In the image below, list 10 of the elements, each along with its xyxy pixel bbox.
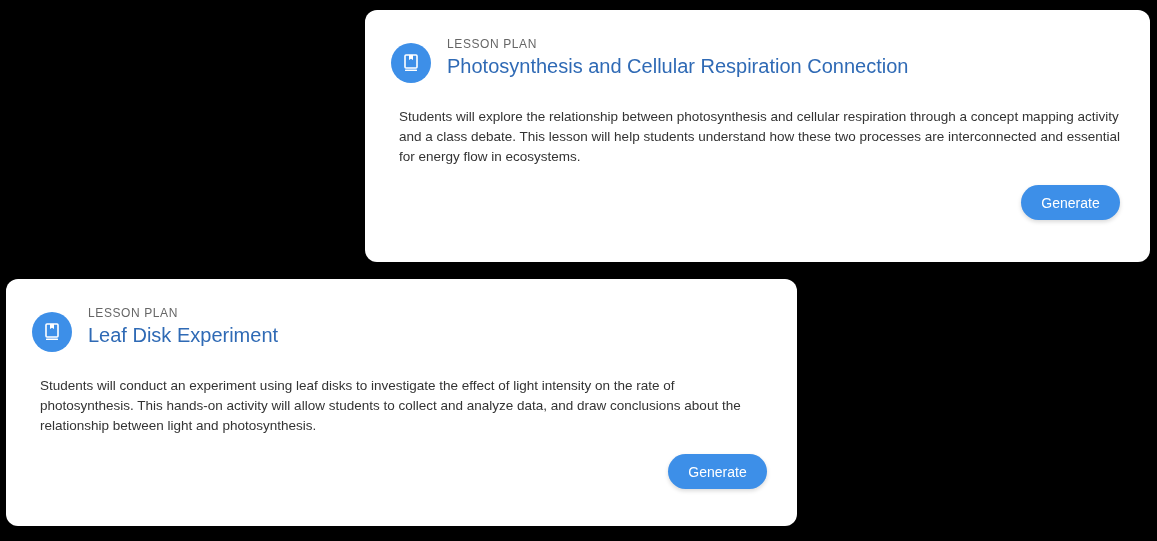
card-description: Students will explore the relationship between photosynthesis and cellular respiration through a concept mapping activity and a class debate. This lesson will help students understand how these two processes are interconnected and essential for energy flow in ecosystems. <box>399 108 1120 166</box>
generate-button[interactable]: Generate <box>1021 185 1120 220</box>
card-label: LESSON PLAN <box>88 305 179 320</box>
card-description: Students will conduct an experiment using leaf disks to investigate the effect of light intensity on the rate of photosynthesis. This hands-on activity will allow students to collect and analyze data, and draw conclusions about the relationship between light and photosynthesis. <box>40 377 742 435</box>
book-icon <box>403 54 419 72</box>
book-icon <box>44 323 60 341</box>
card-label: LESSON PLAN <box>447 36 538 51</box>
generate-button[interactable]: Generate <box>668 454 767 489</box>
card-title: Leaf Disk Experiment <box>88 323 279 347</box>
card-title: Photosynthesis and Cellular Respiration Connection <box>447 54 909 78</box>
